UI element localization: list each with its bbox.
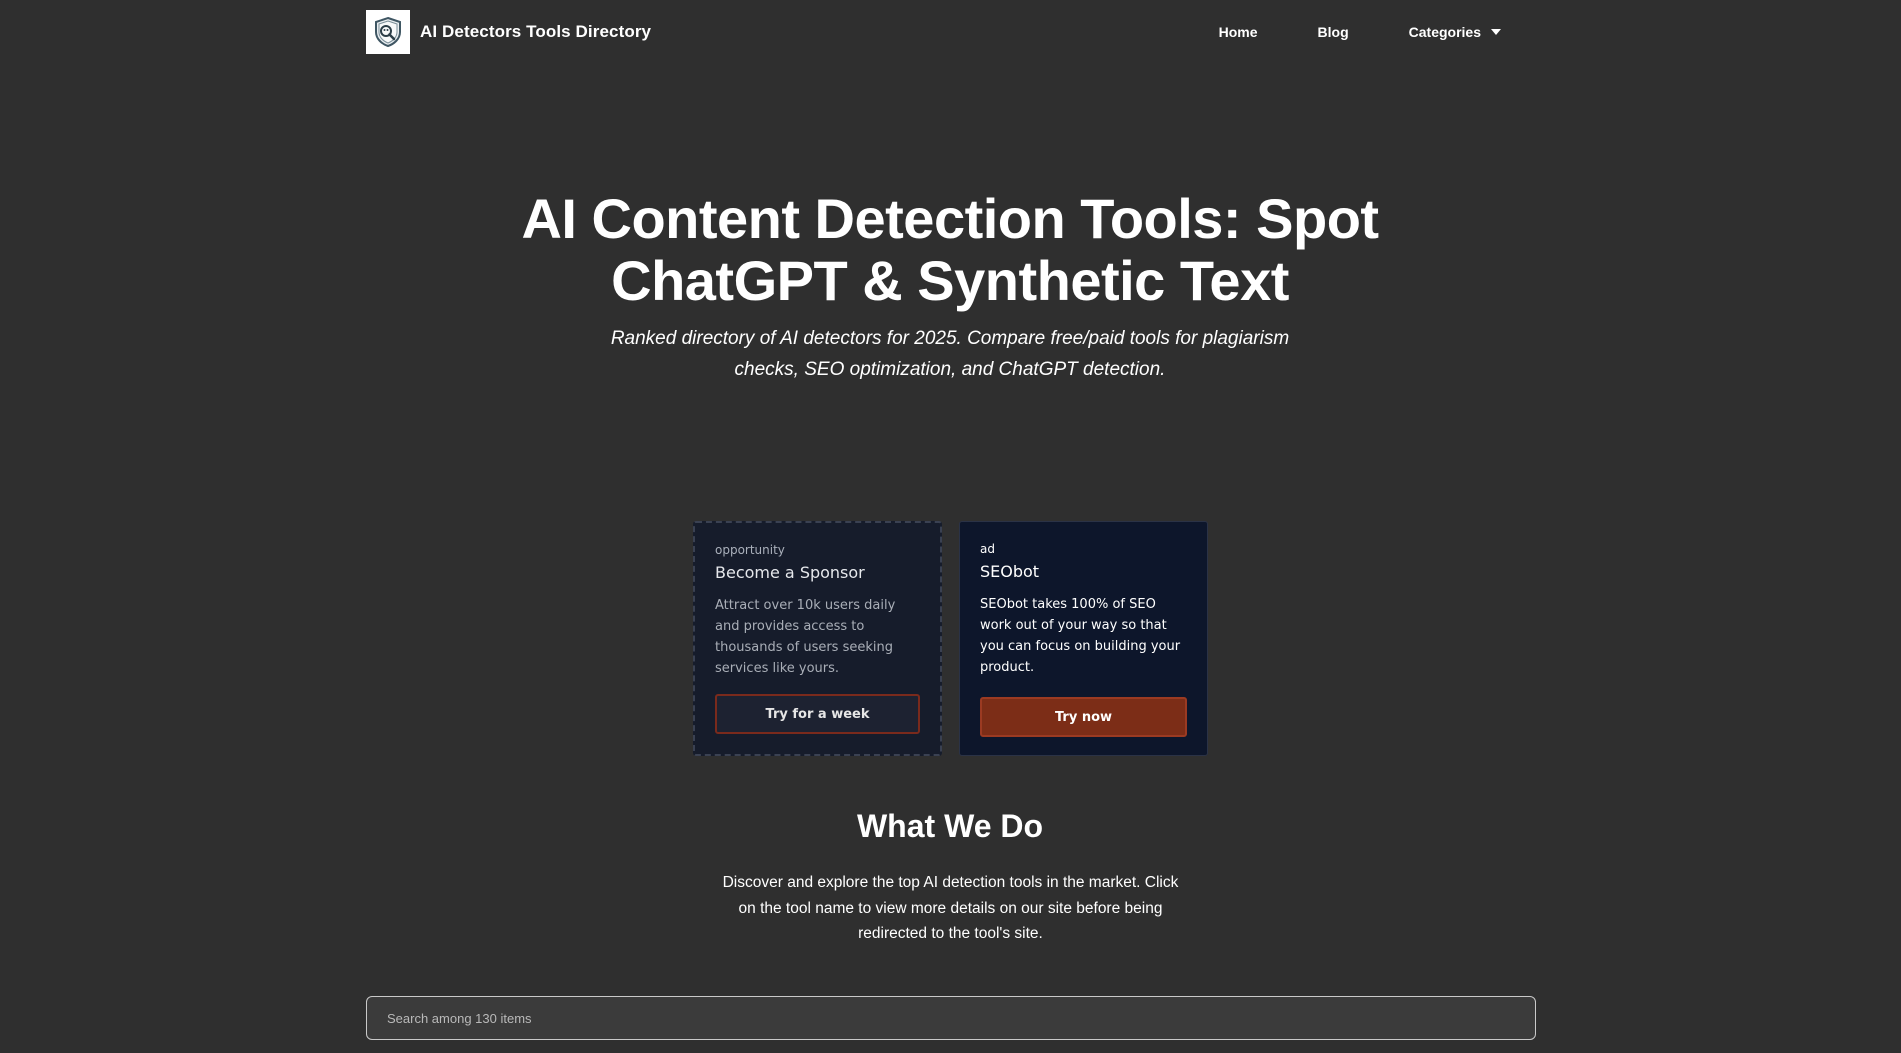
ad-card-tag: ad: [980, 542, 995, 556]
main-nav: Home Blog Categories: [1219, 24, 1501, 40]
try-now-button[interactable]: Try now: [980, 697, 1187, 737]
hero-title: AI Content Detection Tools: Spot ChatGPT…: [450, 188, 1450, 312]
sponsor-card: opportunity Become a Sponsor Attract ove…: [693, 521, 942, 756]
hero-subtitle-line-2: checks, SEO optimization, and ChatGPT de…: [734, 359, 1166, 380]
shield-logo-icon: [366, 10, 410, 54]
ad-card-title: SEObot: [980, 562, 1040, 581]
brand-name: AI Detectors Tools Directory: [420, 22, 652, 41]
try-for-a-week-button[interactable]: Try for a week: [715, 694, 920, 734]
hero-title-line-2: ChatGPT & Synthetic Text: [611, 249, 1289, 312]
nav-categories-label: Categories: [1408, 24, 1481, 40]
site-header: AI Detectors Tools Directory Home Blog C…: [366, 10, 1501, 54]
page: AI Detectors Tools Directory Home Blog C…: [0, 0, 1901, 1053]
sponsor-card-description: Attract over 10k users daily and provide…: [715, 598, 896, 676]
search-input[interactable]: [387, 1010, 1515, 1026]
nav-blog[interactable]: Blog: [1318, 24, 1349, 40]
caret-down-icon: [1491, 29, 1501, 35]
hero-subtitle-line-1: Ranked directory of AI detectors for 202…: [610, 328, 1290, 349]
hero-subtitle: Ranked directory of AI detectors for 202…: [590, 323, 1310, 385]
sponsor-card-title: Become a Sponsor: [715, 563, 865, 582]
nav-home[interactable]: Home: [1219, 24, 1258, 40]
hero-title-line-1: AI Content Detection Tools: Spot: [521, 187, 1379, 250]
sponsor-card-tag: opportunity: [715, 543, 785, 557]
what-we-do-title: What We Do: [856, 808, 1044, 844]
search-box: [366, 996, 1536, 1040]
brand-link[interactable]: AI Detectors Tools Directory: [366, 10, 651, 54]
ad-card: ad SEObot SEObot takes 100% of SEO work …: [959, 521, 1208, 756]
nav-categories-dropdown[interactable]: Categories: [1409, 24, 1501, 40]
what-we-do-description: Discover and explore the top AI detectio…: [722, 874, 1179, 942]
ad-card-description: SEObot takes 100% of SEO work out of you…: [980, 597, 1181, 675]
